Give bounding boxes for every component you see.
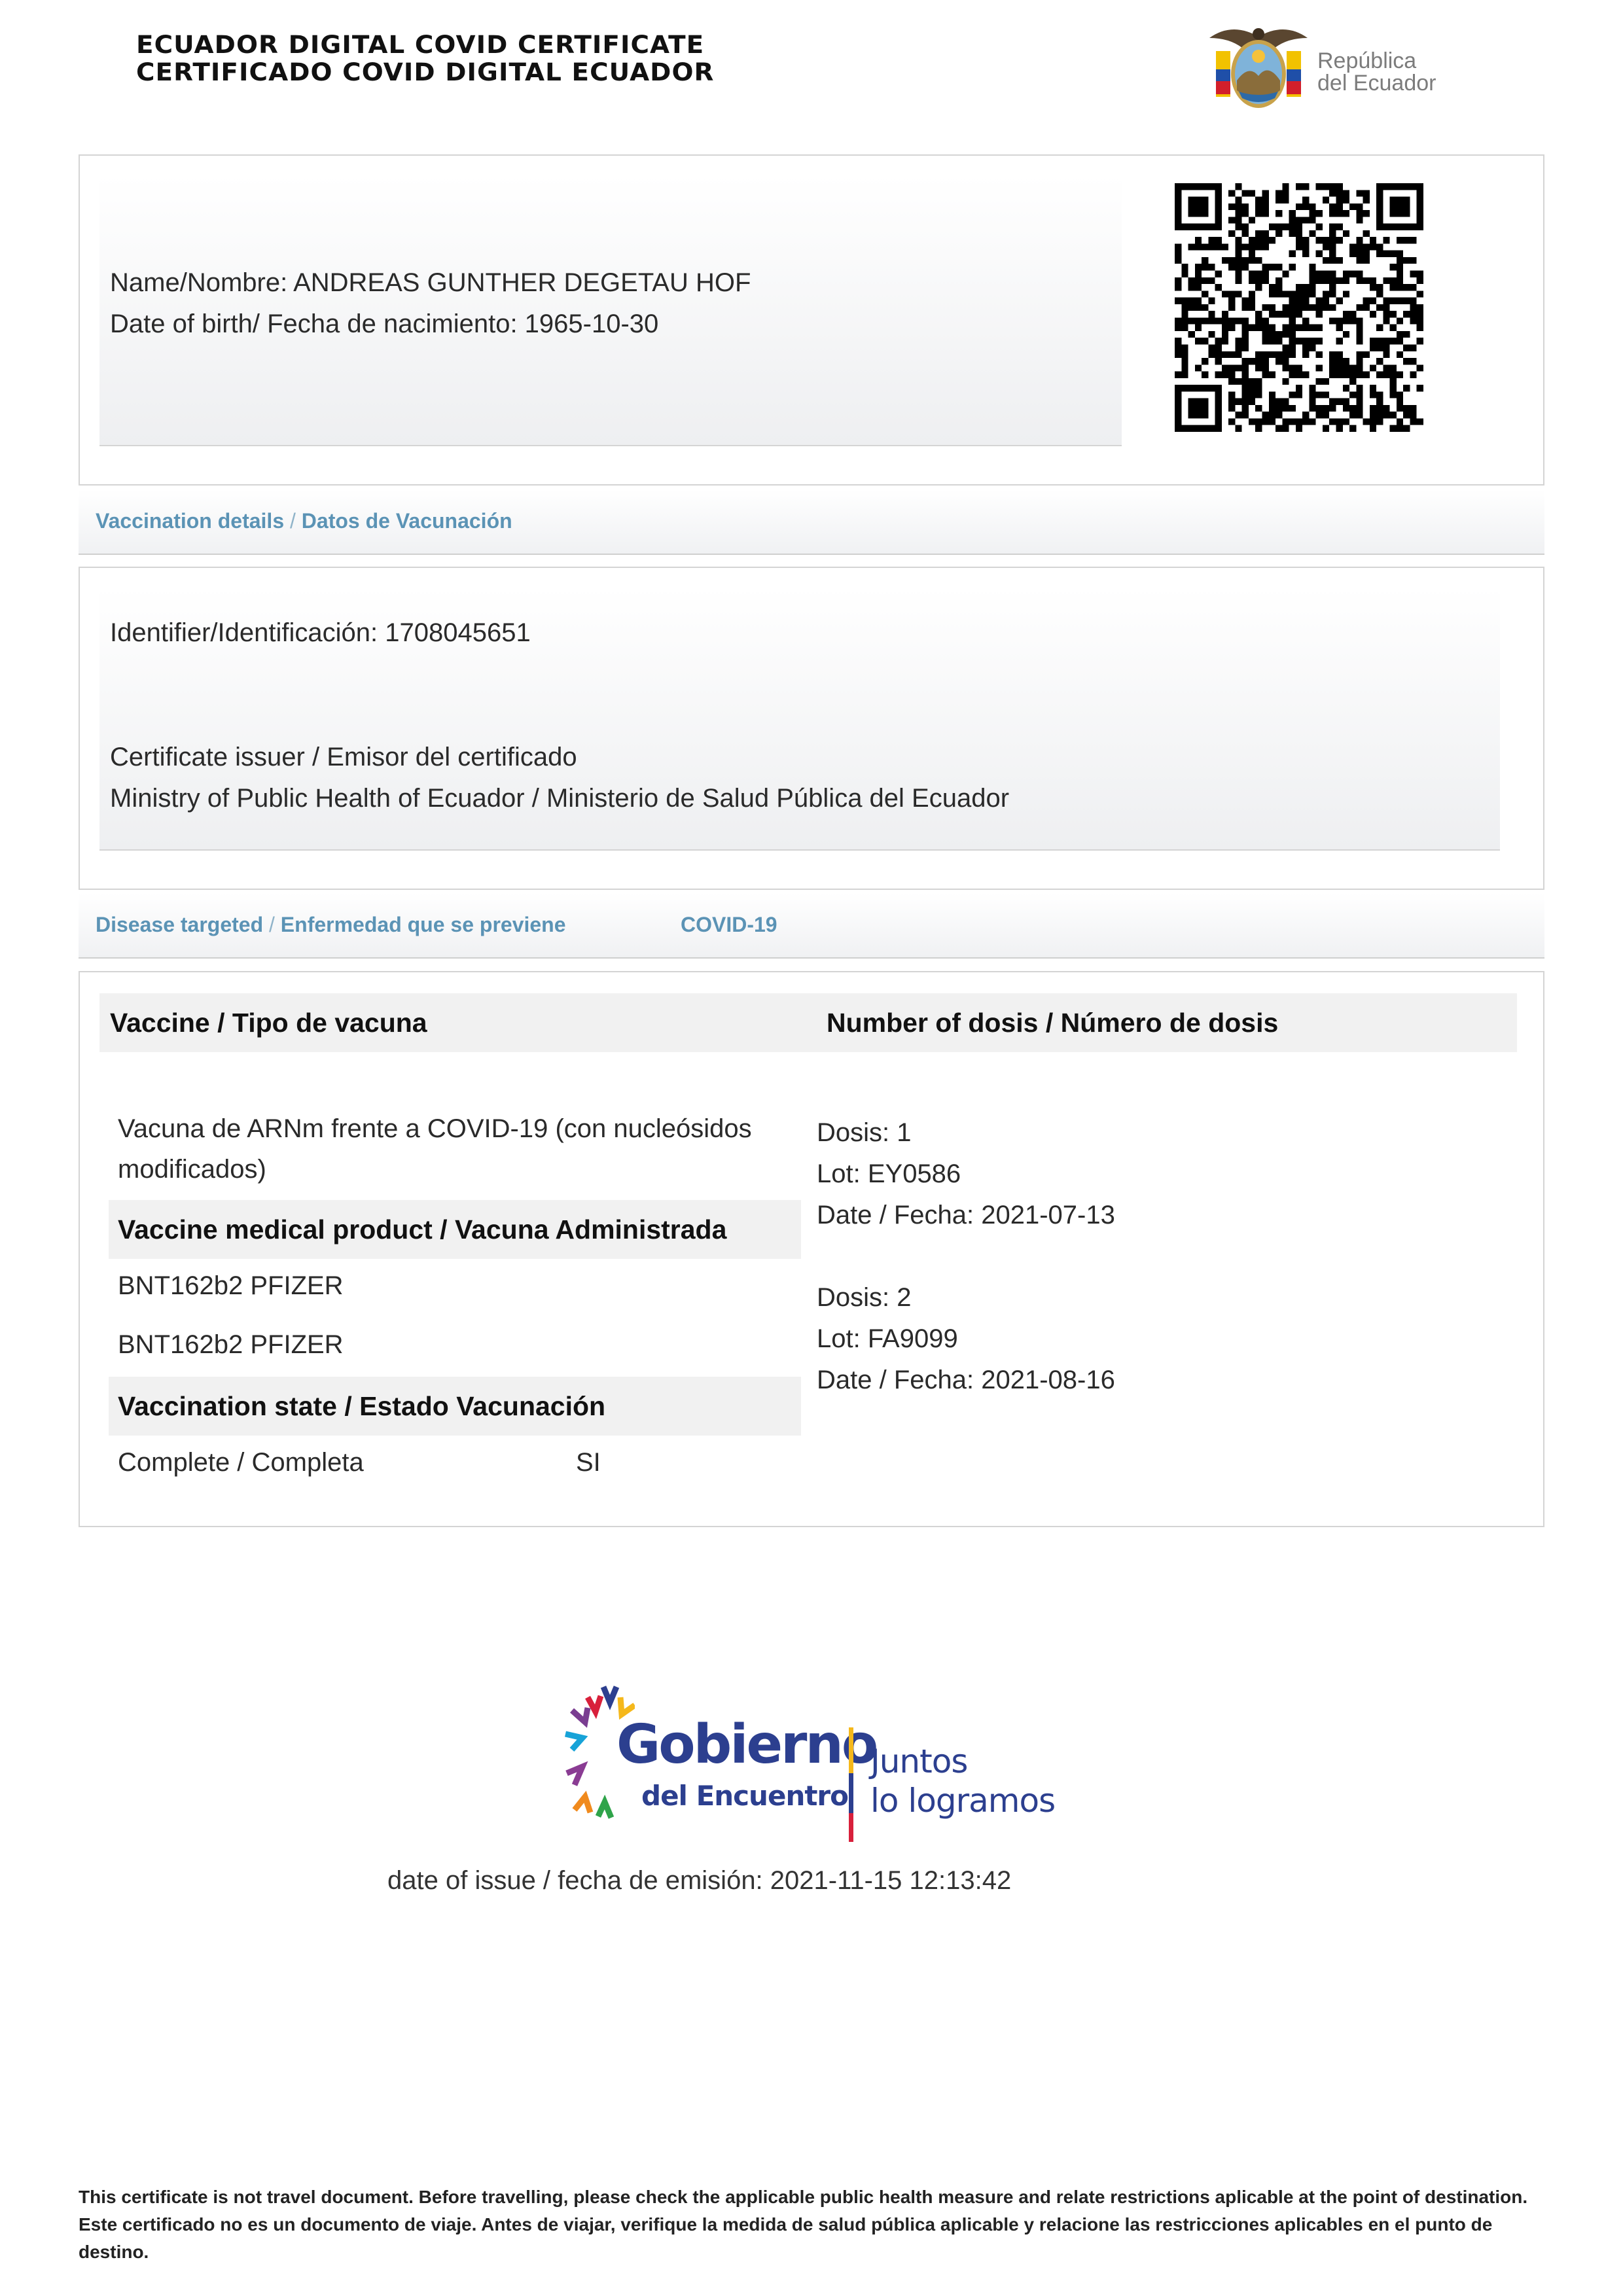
dose-1-number: Dosis: 1 <box>817 1118 912 1147</box>
dose-2-number: Dosis: 2 <box>817 1283 912 1312</box>
vaccine-type-line2: modificados) <box>118 1155 266 1184</box>
slogan-line2: lo logramos <box>870 1782 1056 1820</box>
date-of-issue: date of issue / fecha de emisión: 2021-1… <box>387 1866 1012 1895</box>
certificate-title: ECUADOR DIGITAL COVID CERTIFICATE CERTIF… <box>136 31 713 86</box>
vaccine-product-2: BNT162b2 PFIZER <box>118 1330 344 1359</box>
vaccination-state-header: Vaccination state / Estado Vacunación <box>118 1391 606 1421</box>
title-english: ECUADOR DIGITAL COVID CERTIFICATE <box>136 31 705 59</box>
vaccination-state-value: SI <box>576 1448 601 1477</box>
dose-1-lot: Lot: EY0586 <box>817 1159 961 1188</box>
vaccine-product-1: BNT162b2 PFIZER <box>118 1271 344 1300</box>
vaccine-product-header: Vaccine medical product / Vacuna Adminis… <box>118 1214 727 1245</box>
holder-date-of-birth: Date of birth/ Fecha de nacimiento: 1965… <box>110 309 659 338</box>
disease-label-en: Disease targeted <box>96 913 264 936</box>
identifier-line: Identifier/Identificación: 1708045651 <box>110 612 531 653</box>
title-spanish: CERTIFICADO COVID DIGITAL ECUADOR <box>136 58 715 86</box>
del-encuentro-text: del Encuentro <box>641 1780 849 1812</box>
travel-disclaimer: This certificate is not travel document.… <box>79 2187 1528 2262</box>
logo-text-del-ecuador: del Ecuador <box>1317 71 1436 96</box>
gobierno-text: Gobierno <box>616 1714 878 1776</box>
logo-text-republica: República <box>1317 48 1417 73</box>
disease-value: COVID-19 <box>681 913 777 936</box>
vaccine-type-header: Vaccine / Tipo de vacuna <box>110 1008 427 1038</box>
identifier-label: Identifier/Identificación: <box>110 618 378 647</box>
vaccination-details-heading: Vaccination details / Datos de Vacunació… <box>96 509 512 533</box>
holder-name: Name/Nombre: ANDREAS GUNTHER DEGETAU HOF <box>110 268 751 297</box>
identifier-value: 1708045651 <box>385 618 531 647</box>
dose-2-date: Date / Fecha: 2021-08-16 <box>817 1366 1115 1394</box>
issuer-value: Ministry of Public Health of Ecuador / M… <box>110 784 1010 813</box>
slogan-line1: Juntos <box>870 1742 968 1780</box>
republica-ecuador-logo: República del Ecuador <box>1203 18 1478 116</box>
gobierno-del-encuentro-logo: Gobierno del Encuentro Juntos lo logramo… <box>563 1682 1060 1845</box>
number-of-doses-header: Number of dosis / Número de dosis <box>827 1008 1279 1038</box>
qr-code-image <box>1175 183 1423 432</box>
separator: / <box>269 913 275 936</box>
issuer-label: Certificate issuer / Emisor del certific… <box>110 743 577 771</box>
ecuador-coat-of-arms-icon <box>1209 28 1308 108</box>
disease-label-es: Enfermedad que se previene <box>280 913 566 936</box>
republica-ecuador-text: República del Ecuador <box>1317 50 1436 94</box>
vaccination-details-label-es: Datos de Vacunación <box>301 509 512 533</box>
vaccination-details-label-en: Vaccination details <box>96 509 285 533</box>
dose-2-lot: Lot: FA9099 <box>817 1324 958 1353</box>
disease-targeted-heading: Disease targeted / Enfermedad que se pre… <box>96 913 566 937</box>
dose-1-date: Date / Fecha: 2021-07-13 <box>817 1201 1115 1229</box>
separator: / <box>290 509 296 533</box>
vaccination-state-label: Complete / Completa <box>118 1448 364 1477</box>
vaccine-type-line1: Vacuna de ARNm frente a COVID-19 (con nu… <box>118 1114 752 1143</box>
tricolor-divider <box>849 1727 853 1842</box>
